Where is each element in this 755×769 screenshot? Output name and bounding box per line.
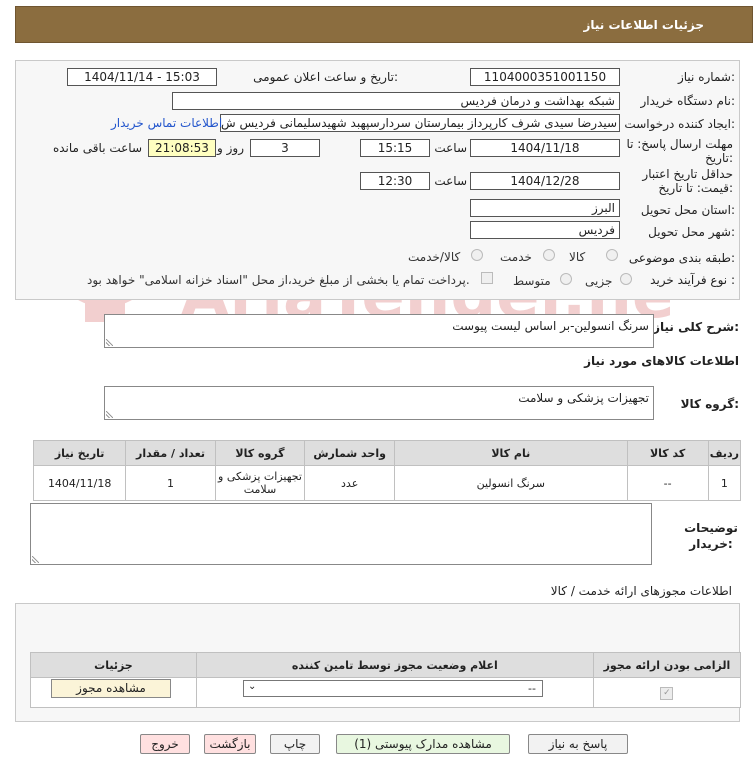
exit-button[interactable]: خروج — [140, 734, 190, 754]
category-option-goods: کالا — [569, 250, 586, 264]
resize-handle-icon[interactable] — [106, 411, 113, 418]
category-radio-service[interactable] — [543, 249, 555, 261]
announce-label: تاریخ و ساعت اعلان عمومی: — [253, 70, 398, 84]
col-quantity: تعداد / مقدار — [125, 440, 216, 466]
need-number-field: 1104000351001150 — [470, 68, 620, 86]
buyer-notes-textarea[interactable] — [30, 503, 652, 565]
deadline-time-label: ساعت — [434, 141, 467, 155]
city-label: شهر محل تحویل: — [648, 225, 735, 239]
process-radio-medium[interactable] — [560, 273, 572, 285]
deadline-label: مهلت ارسال پاسخ: تا — [626, 137, 733, 151]
goods-group-textarea[interactable]: تجهیزات پزشکی و سلامت — [104, 386, 654, 420]
process-option-minor: جزیی — [585, 274, 613, 288]
permit-status-select[interactable]: ⌄ -- — [243, 680, 543, 697]
cell-quantity: 1 — [125, 465, 216, 501]
cell-need-date: 1404/11/18 — [32, 465, 127, 501]
validity-date-field: 1404/12/28 — [470, 172, 620, 190]
requester-label: ایجاد کننده درخواست: — [624, 117, 735, 131]
need-number-label: شماره نیاز: — [677, 70, 735, 84]
print-button[interactable]: چاپ — [270, 734, 320, 754]
col-unit: واحد شمارش — [304, 440, 396, 466]
treasury-payment-note: پرداخت تمام یا بخشی از مبلغ خرید،از محل … — [87, 273, 470, 287]
deadline-time-field: 15:15 — [360, 139, 430, 157]
process-option-medium: متوسط — [513, 274, 551, 288]
validity-label-2: قیمت: تا تاریخ: — [658, 181, 733, 195]
announce-field: 1404/11/14 - 15:03 — [67, 68, 217, 86]
resize-handle-icon[interactable] — [32, 556, 39, 563]
permits-title: اطلاعات مجوزهای ارائه خدمت / کالا — [550, 584, 732, 598]
chevron-down-icon: ⌄ — [248, 681, 257, 692]
col-goods-group: گروه کالا — [214, 440, 306, 466]
page-title: جزئیات اطلاعات نیاز — [583, 18, 704, 32]
resize-handle-icon[interactable] — [106, 339, 113, 346]
requester-field: سیدرضا سیدی شرف کارپرداز بیمارستان سردار… — [220, 114, 620, 132]
category-option-goods-service: کالا/خدمت — [408, 250, 461, 264]
category-radio-goods-service[interactable] — [471, 249, 483, 261]
province-field: البرز — [470, 199, 620, 217]
view-attachments-button[interactable]: مشاهده مدارک پیوستی (1) — [336, 734, 510, 754]
reply-button[interactable]: پاسخ به نیاز — [528, 734, 628, 754]
process-label: نوع فرآیند خرید : — [650, 273, 735, 287]
time-remaining-field: 21:08:53 — [148, 139, 216, 157]
permit-required-checkbox[interactable]: ✓ — [660, 687, 674, 700]
col-row-number: ردیف — [707, 440, 742, 466]
col-permit-status: اعلام وضعیت مجوز توسط تامین کننده — [195, 652, 594, 678]
cell-row-number: 1 — [707, 465, 742, 501]
category-option-service: خدمت — [500, 250, 532, 264]
col-goods-code: کد کالا — [626, 440, 709, 466]
table-row: 1 -- سرنگ انسولین عدد تجهیزات پزشکی و سل… — [32, 465, 742, 501]
buyer-org-label: نام دستگاه خریدار: — [640, 94, 736, 108]
validity-time-label: ساعت — [434, 174, 467, 188]
view-permit-button[interactable]: مشاهده مجوز — [51, 679, 171, 698]
cell-goods-group: تجهیزات پزشکی و سلامت — [214, 465, 306, 501]
cell-unit: عدد — [304, 465, 396, 501]
category-radio-goods[interactable] — [606, 249, 618, 261]
time-remaining-label: ساعت باقی مانده — [52, 141, 142, 155]
treasury-payment-checkbox[interactable] — [481, 272, 493, 284]
description-text: سرنگ انسولین-بر اساس لیست پیوست — [452, 319, 649, 333]
city-field: فردیس — [470, 221, 620, 239]
description-textarea[interactable]: سرنگ انسولین-بر اساس لیست پیوست — [104, 314, 654, 348]
validity-label: حداقل تاریخ اعتبار — [642, 167, 733, 181]
goods-group-text: تجهیزات پزشکی و سلامت — [518, 391, 649, 405]
days-remaining-field: 3 — [250, 139, 320, 157]
col-permit-required: الزامی بودن ارائه مجوز — [592, 652, 742, 678]
deadline-date-field: 1404/11/18 — [470, 139, 620, 157]
goods-table: ردیف کد کالا نام کالا واحد شمارش گروه کا… — [32, 440, 742, 501]
col-goods-name: نام کالا — [394, 440, 628, 466]
permit-status-value: -- — [528, 682, 536, 695]
buyer-org-field: شبکه بهداشت و درمان فردیس — [172, 92, 620, 110]
deadline-label-2: تاریخ: — [705, 151, 733, 165]
cell-permit-required: ✓ — [592, 677, 742, 708]
cell-goods-code: -- — [626, 465, 709, 501]
goods-group-label: گروه کالا: — [680, 397, 739, 411]
process-radio-minor[interactable] — [620, 273, 632, 285]
description-label: شرح کلی نیاز: — [653, 320, 739, 334]
buyer-contact-link[interactable]: اطلاعات تماس خریدار — [111, 116, 222, 130]
category-label: طبقه بندی موضوعی: — [628, 251, 735, 265]
province-label: استان محل تحویل: — [640, 203, 735, 217]
col-permit-details: جزئیات — [30, 652, 197, 678]
col-need-date: تاریخ نیاز — [32, 440, 127, 466]
cell-goods-name: سرنگ انسولین — [394, 465, 628, 501]
validity-time-field: 12:30 — [360, 172, 430, 190]
page-header: جزئیات اطلاعات نیاز — [15, 6, 753, 43]
buyer-notes-label: توضیحات خریدار: — [684, 521, 738, 551]
days-and-label: روز و — [217, 141, 244, 155]
back-button[interactable]: بازگشت — [204, 734, 256, 754]
goods-info-title: اطلاعات کالاهای مورد نیاز — [584, 354, 739, 368]
